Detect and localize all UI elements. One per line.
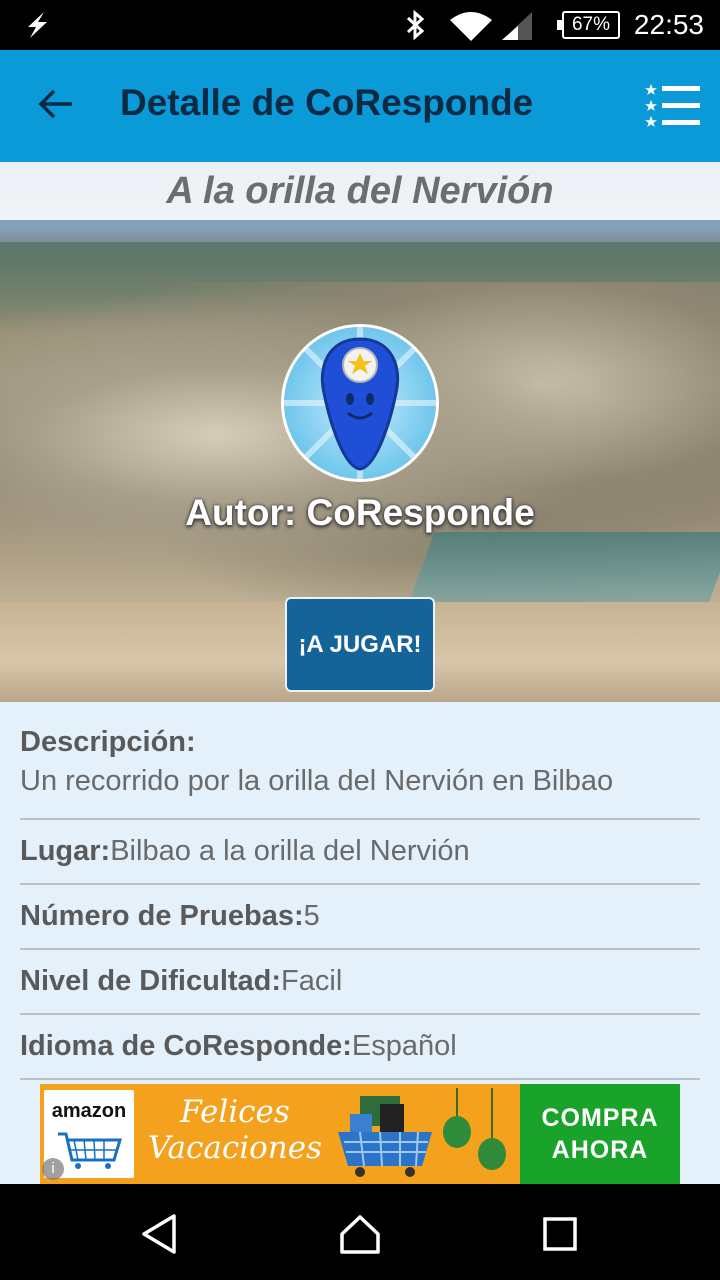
hero-background-water [405,532,720,612]
back-arrow-icon[interactable] [36,84,76,124]
description-row: Descripción: Un recorrido por la orilla … [20,726,700,820]
status-bar: 67% 22:53 [0,0,720,50]
home-nav-icon[interactable] [338,1212,382,1256]
wifi-icon [450,12,492,41]
language-value: Español [351,1030,457,1062]
recents-nav-icon[interactable] [538,1212,582,1256]
language-row: Idioma de CoResponde:Español [20,1015,700,1080]
ad-cta-button[interactable]: COMPRA AHORA [520,1084,680,1184]
ad-cta-line1: COMPRA [541,1104,659,1132]
language-label: Idioma de CoResponde: [20,1030,352,1062]
ad-headline-line1: Felices [180,1094,290,1130]
place-value: Bilbao a la orilla del Nervión [110,835,470,867]
ornaments-icon [443,1088,506,1170]
amazon-brand-text: amazon [51,1100,127,1122]
difficulty-row: Nivel de Dificultad:Facil [20,950,700,1015]
place-label: Lugar: [20,835,111,867]
tests-label: Número de Pruebas: [20,900,304,932]
page-title: Detalle de CoResponde [120,82,534,123]
hero-banner: A la orilla del Nervión Autor: CoRespond… [0,162,720,702]
ad-info-icon[interactable]: i [42,1158,64,1180]
tests-row: Número de Pruebas:5 [20,885,700,950]
play-button[interactable]: ¡A JUGAR! [285,597,435,692]
description-value: Un recorrido por la orilla del Nervión e… [20,765,614,797]
flash-icon [28,12,47,38]
bluetooth-icon [406,10,425,40]
cart-icon [58,1132,123,1169]
battery-icon: 67% [557,11,620,39]
clock: 22:53 [633,9,704,40]
author-avatar [281,324,439,482]
difficulty-value: Facil [281,965,343,997]
app-bar: Detalle de CoResponde [0,50,720,162]
description-label: Descripción: [20,726,196,758]
ad-headline-line2: Vacaciones [147,1130,323,1166]
mascot-icon [284,327,436,479]
navigation-bar [0,1184,720,1280]
author-label: Autor: CoResponde [185,492,535,533]
tests-value: 5 [303,900,320,932]
ad-cta-line2: AHORA [551,1136,649,1164]
signal-icon [502,12,532,40]
back-nav-icon[interactable] [138,1212,182,1256]
shopping-basket-icon [338,1096,432,1177]
place-row: Lugar:Bilbao a la orilla del Nervión [20,820,700,885]
route-title: A la orilla del Nervión [166,170,554,212]
ad-headline: Felices Vacaciones [140,1094,330,1166]
ad-banner[interactable]: amazon Felices Vacaciones COMPRA AHORA i [40,1084,680,1184]
starred-list-icon[interactable] [644,82,700,130]
difficulty-label: Nivel de Dificultad: [20,965,282,997]
